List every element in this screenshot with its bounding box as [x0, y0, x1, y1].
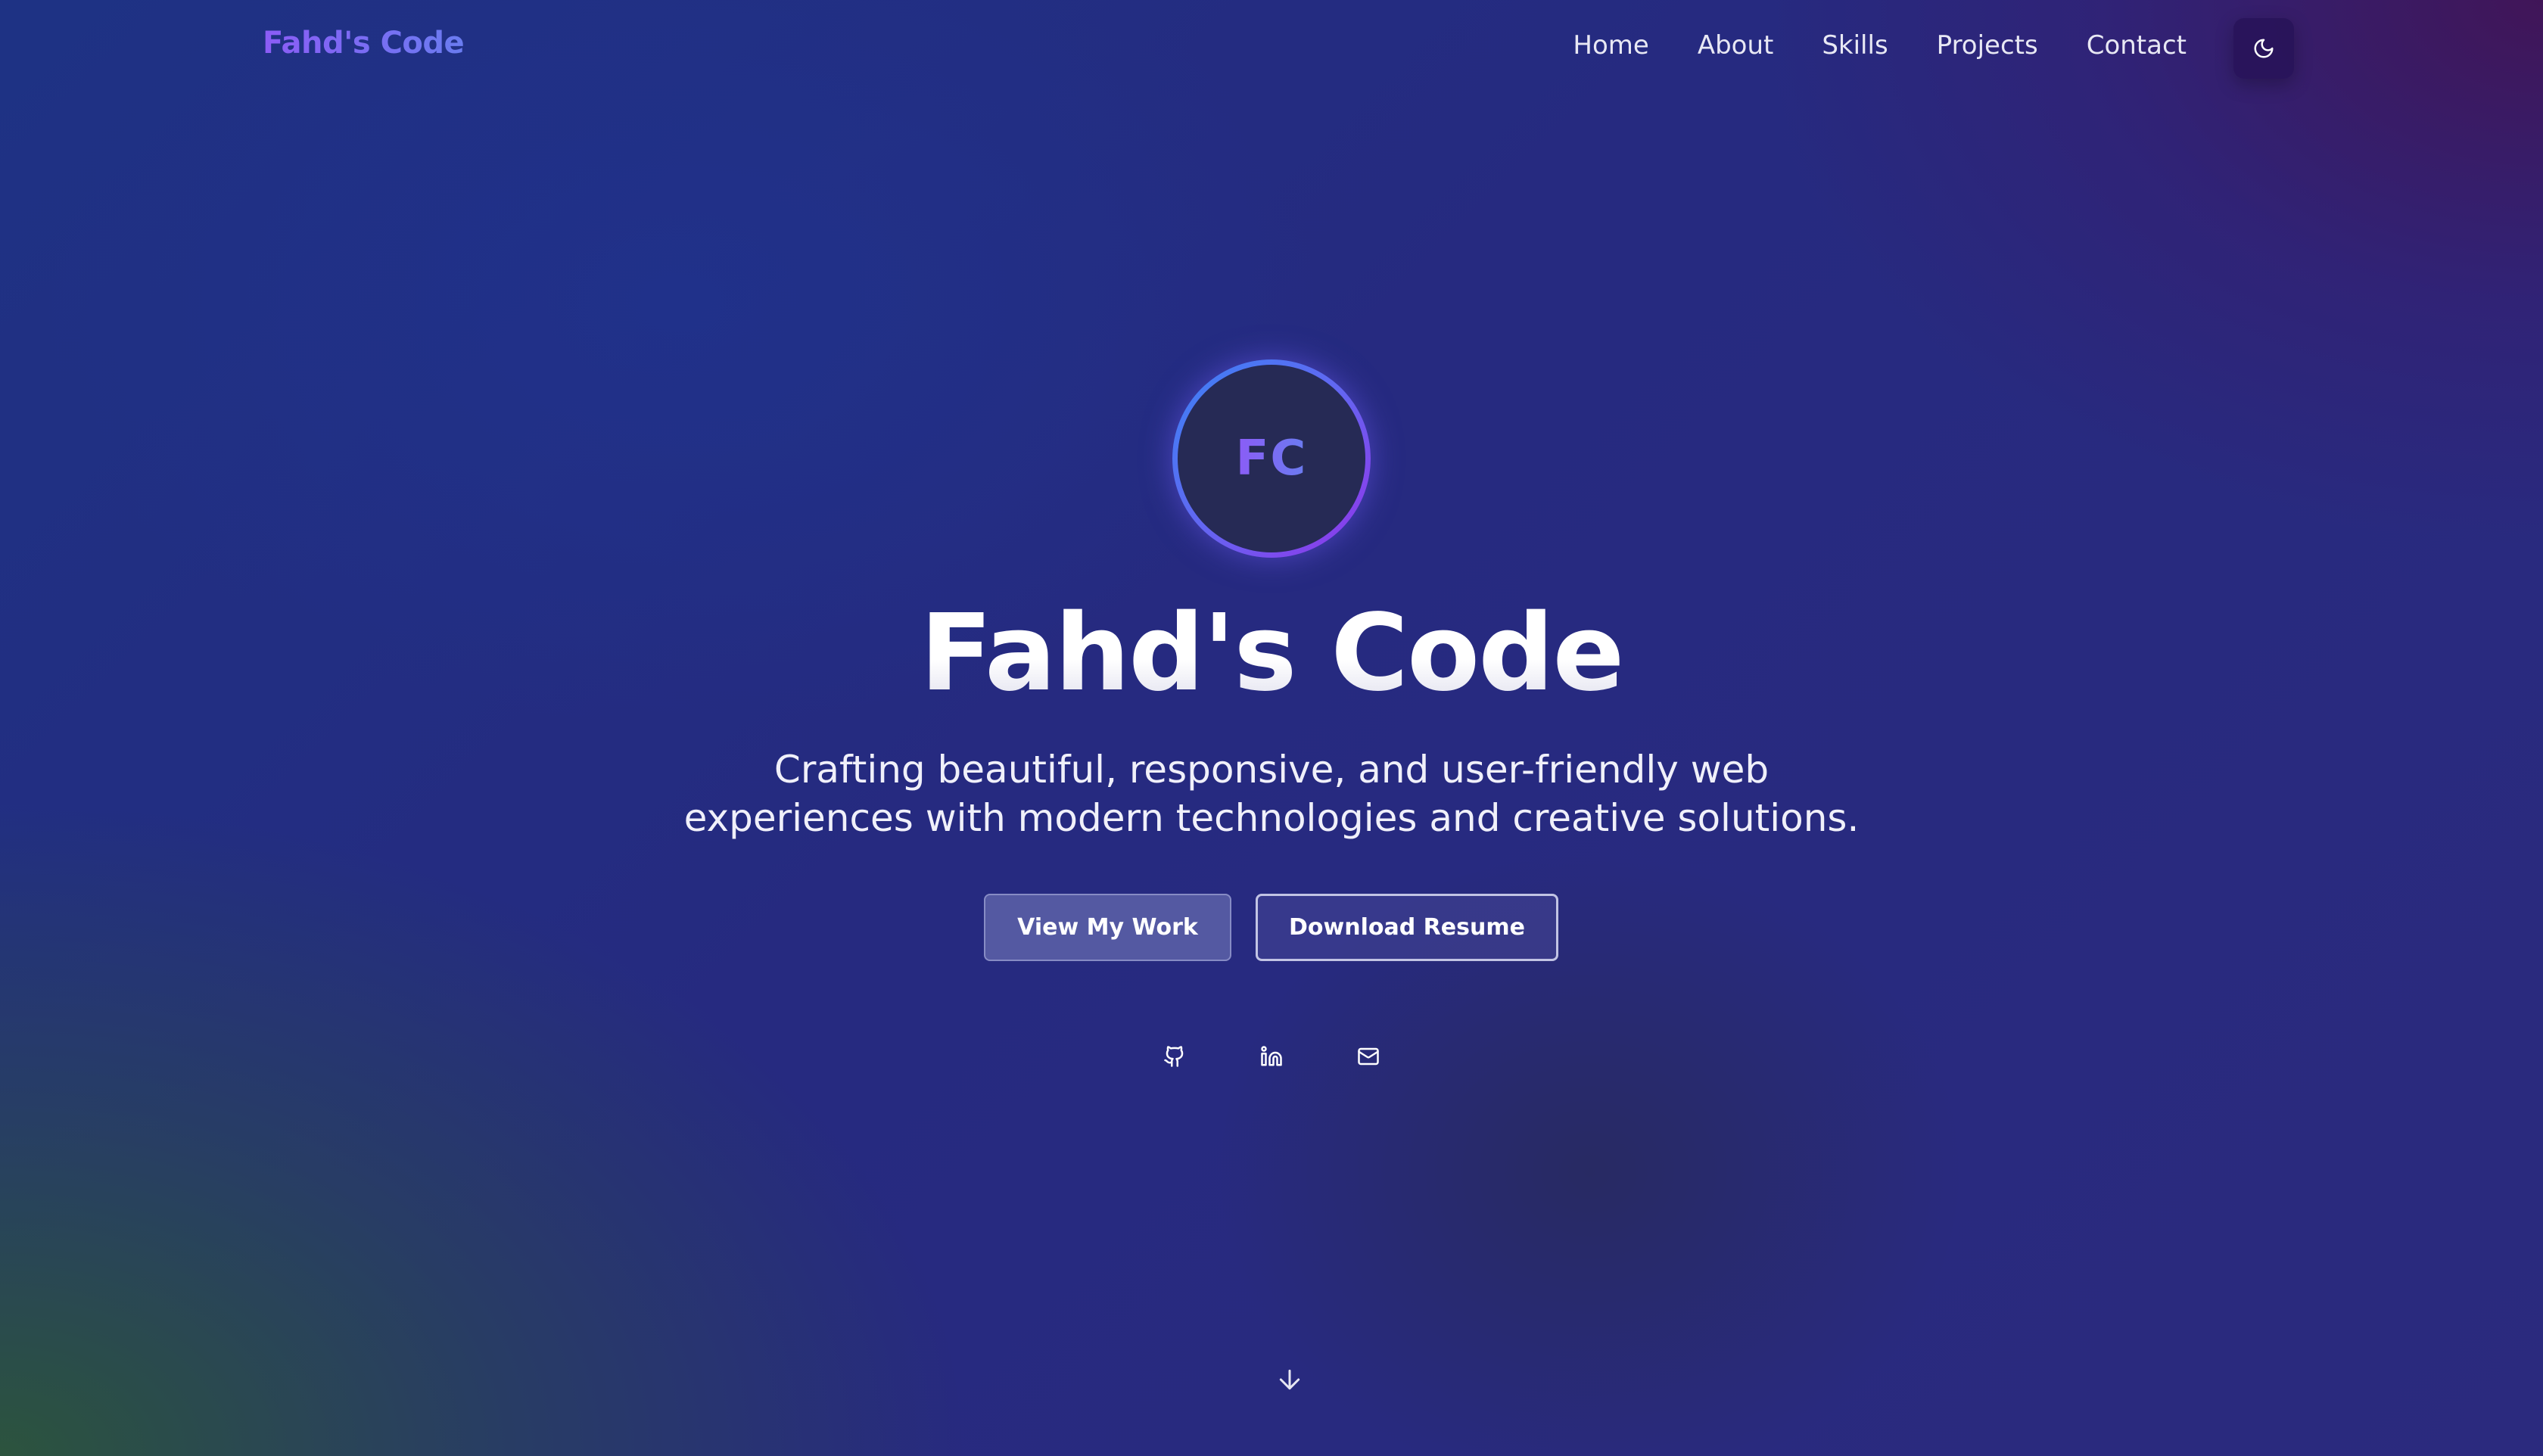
- linkedin-icon: [1261, 1046, 1282, 1066]
- hero-title: Fahd's Code: [0, 592, 2543, 715]
- avatar-circle: FC: [1178, 365, 1365, 552]
- nav-link-contact[interactable]: Contact: [2087, 30, 2187, 61]
- site-logo[interactable]: Fahd's Code: [263, 26, 465, 61]
- download-resume-button[interactable]: Download Resume: [1256, 894, 1558, 961]
- navbar: Fahd's Code Home About Skills Projects C…: [0, 0, 2543, 97]
- arrow-down-icon: [1279, 1369, 1300, 1390]
- nav-link-projects[interactable]: Projects: [1937, 30, 2038, 61]
- github-link[interactable]: [1161, 1043, 1188, 1070]
- theme-toggle-button[interactable]: [2233, 18, 2294, 79]
- email-link[interactable]: [1355, 1043, 1382, 1070]
- nav-link-skills[interactable]: Skills: [1822, 30, 1888, 61]
- scroll-down-button[interactable]: [1273, 1363, 1306, 1396]
- avatar: FC: [1172, 359, 1371, 558]
- avatar-initials: FC: [1235, 431, 1308, 487]
- nav-link-home[interactable]: Home: [1573, 30, 1648, 61]
- github-icon: [1164, 1046, 1184, 1067]
- nav-link-about[interactable]: About: [1698, 30, 1774, 61]
- view-my-work-button[interactable]: View My Work: [984, 894, 1231, 961]
- mail-icon: [1358, 1047, 1379, 1066]
- linkedin-link[interactable]: [1258, 1043, 1285, 1070]
- moon-icon: [2254, 39, 2274, 58]
- nav-links: Home About Skills Projects Contact: [1573, 30, 2187, 61]
- social-links: [0, 1043, 2543, 1070]
- hero-subtitle: Crafting beautiful, responsive, and user…: [683, 748, 1860, 840]
